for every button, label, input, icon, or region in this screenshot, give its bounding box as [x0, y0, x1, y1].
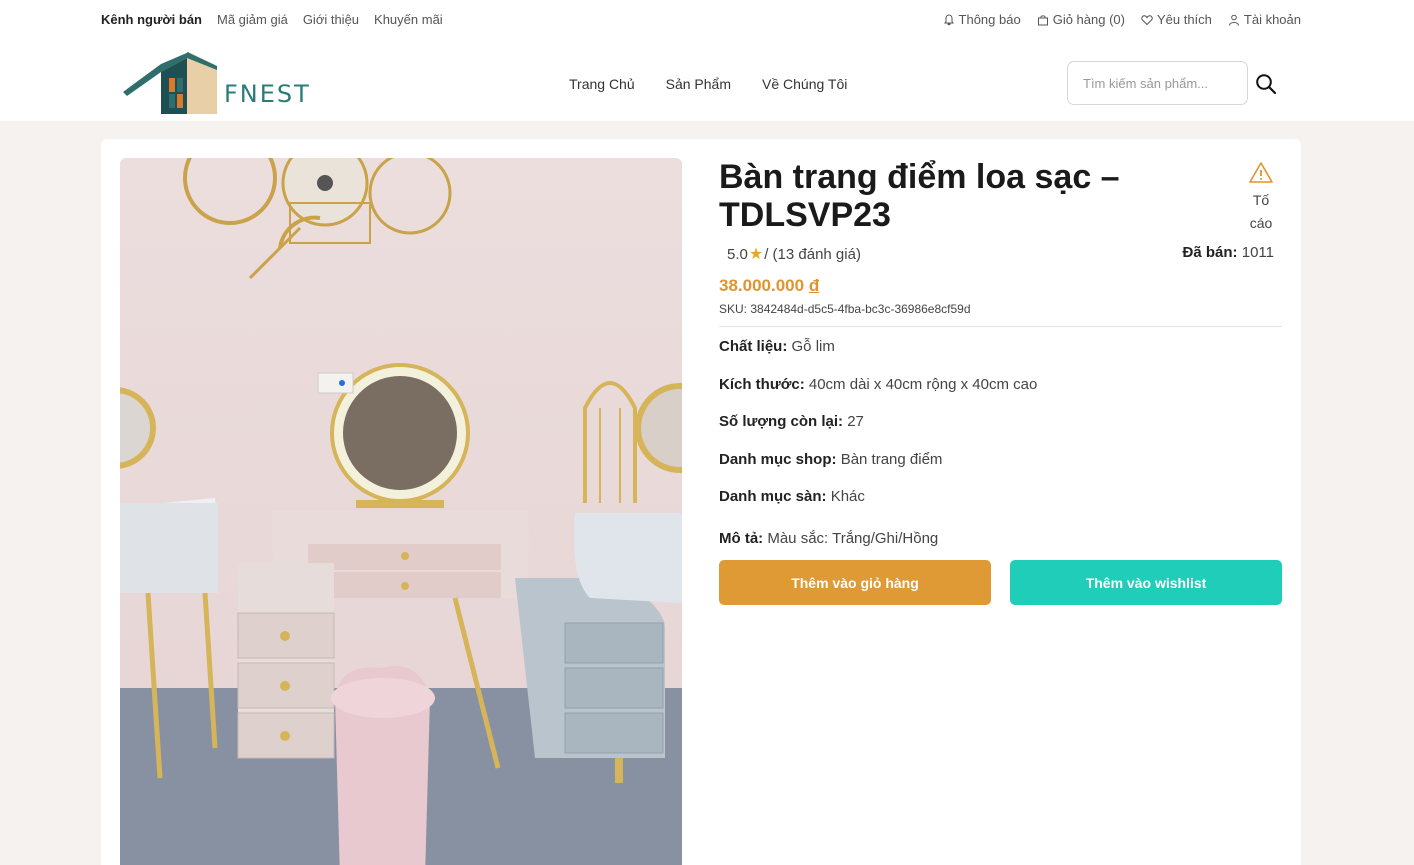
product-price: 38.000.000 đ: [719, 276, 819, 296]
spec-size-key: Kích thước:: [719, 376, 805, 393]
nav-products[interactable]: Sản Phẩm: [666, 76, 731, 92]
bell-icon: [943, 13, 954, 25]
spec-platform-category-value: Khác: [830, 488, 865, 505]
main-header: FNEST Trang Chủ Sản Phẩm Về Chúng Tôi: [0, 40, 1414, 121]
spec-description-key: Mô tả:: [719, 530, 764, 547]
report-label-line1: Tố: [1252, 192, 1270, 208]
spec-material: Chất liệu: Gỗ lim: [719, 338, 835, 355]
topbar-links: Kênh người bán Mã giảm giá Giới thiệu Kh…: [101, 12, 443, 27]
main-nav: Trang Chủ Sản Phẩm Về Chúng Tôi: [569, 76, 847, 92]
rating-summary: 5.0 ★ / (13 đánh giá): [727, 244, 861, 264]
logo-house-icon: [123, 52, 217, 114]
product-image[interactable]: [120, 158, 682, 865]
topbar-actions: Thông báo Giỏ hàng (0) Yêu thích Tài kho…: [943, 12, 1301, 27]
spec-material-key: Chất liệu:: [719, 338, 788, 355]
spec-description-value: Màu sắc: Trắng/Ghi/Hồng: [767, 530, 939, 547]
spec-platform-category: Danh mục sàn: Khác: [719, 488, 865, 505]
search-icon[interactable]: [1255, 73, 1277, 95]
report-button[interactable]: Tố cáo: [1236, 161, 1286, 235]
heart-icon: [1141, 14, 1153, 25]
account-label: Tài khoản: [1243, 12, 1301, 27]
nav-about[interactable]: Về Chúng Tôi: [762, 76, 847, 92]
spec-size: Kích thước: 40cm dài x 40cm rộng x 40cm …: [719, 376, 1037, 393]
voucher-link[interactable]: Mã giảm giá: [217, 12, 288, 27]
logo-text: FNEST: [224, 80, 311, 108]
spec-stock-key: Số lượng còn lại:: [719, 413, 844, 430]
seller-channel-link[interactable]: Kênh người bán: [101, 12, 202, 27]
sold-count: Đã bán: 1011: [1183, 244, 1274, 261]
bag-icon: [1037, 14, 1048, 25]
product-title: Bàn trang điểm loa sạc – TDLSVP23: [719, 158, 1120, 234]
spec-shop-category-key: Danh mục shop:: [719, 451, 837, 468]
wishlist-label: Yêu thích: [1156, 12, 1212, 27]
product-sku: SKU: 3842484d-d5c5-4fba-bc3c-36986e8cf59…: [719, 302, 971, 316]
report-label-line2: cáo: [1249, 215, 1273, 231]
nav-home[interactable]: Trang Chủ: [569, 76, 635, 92]
cart-label: Giỏ hàng (0): [1052, 12, 1125, 27]
sold-value: 1011: [1241, 244, 1274, 261]
sold-label: Đã bán:: [1182, 244, 1238, 261]
spec-stock-value: 27: [847, 413, 864, 430]
add-to-wishlist-button[interactable]: Thêm vào wishlist: [1010, 560, 1282, 605]
spec-description: Mô tả: Màu sắc: Trắng/Ghi/Hồng: [719, 530, 938, 547]
rating-value: 5.0: [727, 245, 748, 263]
star-icon: ★: [748, 246, 764, 263]
spec-stock: Số lượng còn lại: 27: [719, 413, 864, 430]
rating-count: / (13 đánh giá): [764, 245, 861, 263]
spec-material-value: Gỗ lim: [791, 338, 835, 355]
user-icon: [1228, 14, 1239, 26]
spec-platform-category-key: Danh mục sàn:: [719, 488, 827, 505]
cart-link[interactable]: Giỏ hàng (0): [1037, 12, 1125, 27]
promotion-link[interactable]: Khuyến mãi: [374, 12, 443, 27]
search-input[interactable]: [1067, 61, 1248, 105]
about-link[interactable]: Giới thiệu: [303, 12, 359, 27]
divider: [719, 326, 1282, 327]
notifications-label: Thông báo: [958, 12, 1021, 27]
logo[interactable]: FNEST: [121, 50, 309, 116]
warning-icon: [1249, 162, 1273, 183]
spec-shop-category: Danh mục shop: Bàn trang điểm: [719, 451, 942, 468]
price-currency: đ: [808, 276, 820, 295]
notifications-link[interactable]: Thông báo: [943, 12, 1021, 27]
product-card: Bàn trang điểm loa sạc – TDLSVP23 Tố cáo…: [101, 139, 1301, 865]
add-to-cart-button[interactable]: Thêm vào giỏ hàng: [719, 560, 991, 605]
top-utility-bar: Kênh người bán Mã giảm giá Giới thiệu Kh…: [0, 0, 1414, 40]
price-value: 38.000.000: [719, 276, 805, 295]
spec-shop-category-value: Bàn trang điểm: [840, 451, 943, 468]
account-link[interactable]: Tài khoản: [1228, 12, 1301, 27]
spec-size-value: 40cm dài x 40cm rộng x 40cm cao: [808, 376, 1038, 393]
wishlist-link[interactable]: Yêu thích: [1141, 12, 1212, 27]
